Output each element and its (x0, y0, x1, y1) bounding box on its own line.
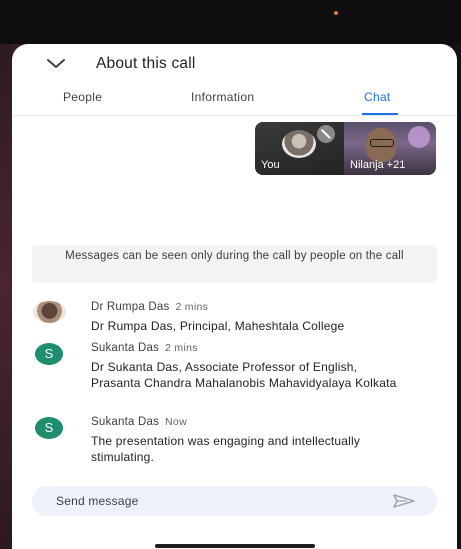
tab-information[interactable]: Information (191, 90, 254, 104)
tab-people[interactable]: People (63, 90, 102, 104)
avatar: S (35, 343, 63, 365)
participant-tile-label: Nilanja +21 (350, 159, 406, 171)
background-video-edge (0, 20, 12, 549)
message-sender-row: Sukanta Das 2 mins (91, 342, 198, 354)
message-text: Dr Rumpa Das, Principal, Maheshtala Coll… (91, 319, 345, 333)
participant-background (408, 126, 430, 148)
sheet-title: About this call (96, 55, 196, 72)
message-sender: Sukanta Das (91, 342, 160, 354)
camera-indicator-dot (334, 11, 338, 15)
mic-off-icon (317, 125, 335, 143)
self-video-tile[interactable]: You (255, 122, 344, 175)
tabs-divider (12, 115, 457, 116)
participant-video (366, 128, 396, 162)
participant-video-tile[interactable]: Nilanja +21 (344, 122, 436, 175)
phone-screen: About this call People Information Chat … (0, 0, 461, 549)
message-text: Dr Sukanta Das, Associate Professor of E… (91, 360, 397, 390)
home-indicator[interactable] (155, 544, 315, 548)
message-time: 2 mins (165, 342, 198, 354)
message-time: Now (165, 416, 187, 428)
about-call-sheet: About this call People Information Chat … (12, 44, 457, 549)
avatar (33, 301, 66, 323)
participant-tiles[interactable]: You Nilanja +21 (255, 122, 436, 175)
message-time: 2 mins (175, 301, 209, 313)
status-bar (0, 0, 461, 44)
self-tile-label: You (261, 159, 280, 171)
message-sender: Dr Rumpa Das (91, 301, 170, 313)
tab-chat[interactable]: Chat (364, 90, 391, 104)
chevron-down-icon[interactable] (46, 56, 66, 70)
avatar: S (35, 417, 63, 439)
message-sender-row: Dr Rumpa Das 2 mins (91, 301, 208, 313)
send-icon[interactable] (393, 494, 415, 508)
tab-bar: People Information Chat (12, 84, 457, 114)
send-message-input[interactable]: Send message (32, 486, 437, 516)
message-sender: Sukanta Das (91, 416, 160, 428)
message-text: The presentation was engaging and intell… (91, 434, 361, 464)
chat-visibility-notice: Messages can be seen only during the cal… (32, 245, 437, 283)
message-sender-row: Sukanta Das Now (91, 416, 187, 428)
sheet-header: About this call (12, 44, 457, 82)
self-avatar (282, 130, 316, 158)
send-message-placeholder: Send message (56, 494, 139, 508)
